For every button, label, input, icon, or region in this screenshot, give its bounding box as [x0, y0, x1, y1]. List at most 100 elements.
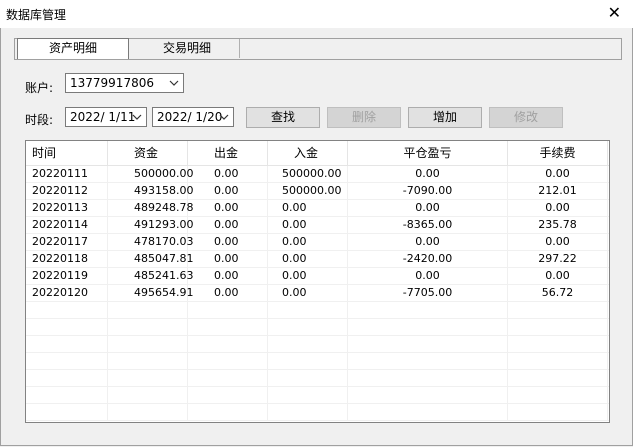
tab-trade-details[interactable]: 交易明细 [135, 39, 240, 58]
table-cell [108, 404, 188, 421]
table-row[interactable]: 20220117 478170.03 0.00 0.00 0.00 0.00 [26, 234, 609, 251]
window-title: 数据库管理 [6, 8, 67, 22]
table-row[interactable] [26, 302, 609, 319]
table-cell: 500000.00 [108, 166, 194, 183]
table-cell: 0.00 [268, 217, 348, 234]
table-cell: 56.72 [508, 285, 608, 302]
table-cell [26, 302, 108, 319]
table-cell [188, 353, 268, 370]
table-cell: 0.00 [508, 268, 608, 285]
table-cell [108, 319, 188, 336]
table-cell: 0.00 [188, 200, 268, 217]
account-value: 13779917806 [70, 76, 154, 90]
table-row[interactable] [26, 404, 609, 421]
table-cell: -7090.00 [348, 183, 508, 200]
delete-button[interactable]: 删除 [327, 107, 401, 128]
table-row[interactable]: 20220112 493158.00 0.00 500000.00 -7090.00 21… [26, 183, 609, 200]
table-row[interactable]: 20220118 485047.81 0.00 0.00 -2420.00 297.22 [26, 251, 609, 268]
column-header-closing-pnl[interactable]: 平仓盈亏 [348, 141, 508, 165]
table-cell: 212.01 [508, 183, 608, 200]
table-cell: 485047.81 [108, 251, 194, 268]
table-cell [348, 353, 508, 370]
table-row[interactable] [26, 353, 609, 370]
table-cell [108, 302, 188, 319]
table-cell: 0.00 [508, 166, 608, 183]
table-cell: 20220117 [26, 234, 108, 251]
table-cell: 20220113 [26, 200, 108, 217]
table-cell [26, 404, 108, 421]
tab-asset-details[interactable]: 资产明细 [17, 38, 129, 59]
column-header-time[interactable]: 时间 [26, 141, 108, 165]
table-cell: 20220119 [26, 268, 108, 285]
search-button[interactable]: 查找 [246, 107, 320, 128]
table-cell [348, 336, 508, 353]
chevron-down-icon [169, 80, 179, 86]
account-label: 账户: [25, 81, 54, 95]
table-cell: -8365.00 [348, 217, 508, 234]
table-cell [26, 387, 108, 404]
table-cell [348, 370, 508, 387]
account-select[interactable]: 13779917806 [65, 73, 184, 93]
table-cell: 495654.91 [108, 285, 194, 302]
asset-table[interactable]: 时间 资金 出金 入金 平仓盈亏 手续费 20220111 500000.00 0.… [25, 140, 610, 423]
table-cell: 0.00 [188, 183, 268, 200]
table-cell [108, 353, 188, 370]
table-row[interactable]: 20220111 500000.00 0.00 500000.00 0.00 0.00 [26, 166, 609, 183]
table-cell [268, 319, 348, 336]
table-cell [26, 336, 108, 353]
date-to-picker[interactable]: 2022/ 1/20 [152, 107, 234, 127]
table-cell: 485241.63 [108, 268, 194, 285]
table-cell: 297.22 [508, 251, 608, 268]
column-header-withdrawal[interactable]: 出金 [188, 141, 268, 165]
table-row[interactable] [26, 319, 609, 336]
column-header-fee[interactable]: 手续费 [508, 141, 608, 165]
table-cell: 0.00 [268, 200, 348, 217]
table-cell [268, 353, 348, 370]
title-bar: 数据库管理 ✕ [0, 0, 633, 28]
date-from-picker[interactable]: 2022/ 1/11 [65, 107, 147, 127]
add-button[interactable]: 增加 [408, 107, 482, 128]
table-cell: 0.00 [348, 268, 508, 285]
table-cell: 0.00 [188, 234, 268, 251]
table-cell [188, 404, 268, 421]
table-cell: 500000.00 [268, 183, 348, 200]
table-cell [26, 370, 108, 387]
table-row[interactable] [26, 336, 609, 353]
table-cell [268, 302, 348, 319]
column-header-deposit[interactable]: 入金 [268, 141, 348, 165]
table-cell [268, 404, 348, 421]
table-cell [26, 319, 108, 336]
table-cell [508, 319, 608, 336]
table-cell: 0.00 [508, 234, 608, 251]
table-cell: 489248.78 [108, 200, 194, 217]
table-row[interactable]: 20220120 495654.91 0.00 0.00 -7705.00 56.72 [26, 285, 609, 302]
table-cell [508, 404, 608, 421]
date-to-value: 2022/ 1/20 [157, 110, 223, 124]
table-cell [508, 387, 608, 404]
table-cell [268, 387, 348, 404]
chevron-down-icon [132, 114, 142, 120]
table-row[interactable]: 20220119 485241.63 0.00 0.00 0.00 0.00 [26, 268, 609, 285]
column-header-funds[interactable]: 资金 [108, 141, 188, 165]
table-cell [508, 370, 608, 387]
table-cell [268, 336, 348, 353]
table-cell [188, 387, 268, 404]
table-row[interactable] [26, 387, 609, 404]
table-cell [268, 370, 348, 387]
table-cell: 0.00 [268, 268, 348, 285]
table-cell: 0.00 [188, 268, 268, 285]
table-cell: 20220120 [26, 285, 108, 302]
table-row[interactable] [26, 370, 609, 387]
table-cell [188, 336, 268, 353]
table-row[interactable]: 20220114 491293.00 0.00 0.00 -8365.00 235.78 [26, 217, 609, 234]
edit-button[interactable]: 修改 [489, 107, 563, 128]
table-cell [108, 387, 188, 404]
table-cell [188, 370, 268, 387]
table-cell: 20220118 [26, 251, 108, 268]
close-icon[interactable]: ✕ [608, 4, 621, 22]
table-row[interactable]: 20220113 489248.78 0.00 0.00 0.00 0.00 [26, 200, 609, 217]
table-cell [188, 302, 268, 319]
table-cell: -2420.00 [348, 251, 508, 268]
table-cell [348, 387, 508, 404]
table-cell [348, 404, 508, 421]
